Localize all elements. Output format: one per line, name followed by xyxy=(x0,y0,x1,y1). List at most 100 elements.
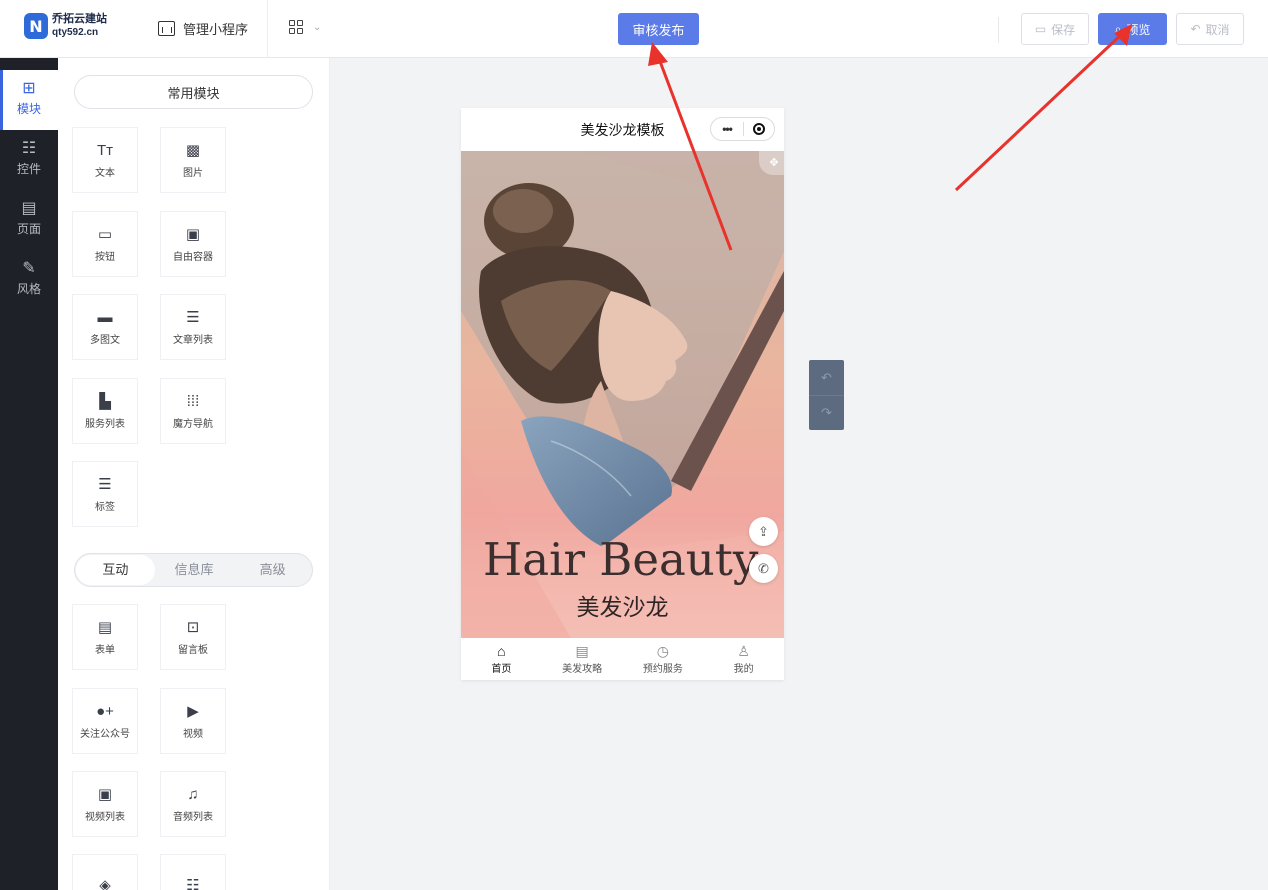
move-handle-icon[interactable]: ✥ xyxy=(759,151,784,175)
left-rail: ⊞ 模块 ☷ 控件 ▤ 页面 ✎ 风格 xyxy=(0,58,58,890)
phone-tab-bar: ⌂ 首页 ▤ 美发攻略 ◷ 预约服务 ♙ 我的 xyxy=(461,638,784,680)
tile-article-list[interactable]: ☰ 文章列表 xyxy=(160,294,226,360)
coupon-icon: ◈ xyxy=(99,876,111,890)
tile-label: 标签 xyxy=(95,502,115,513)
tile-label: 视频 xyxy=(183,729,203,740)
user-icon: ♙ xyxy=(737,643,750,659)
tile-video-list[interactable]: ▣ 视频列表 xyxy=(72,771,138,837)
tile-label: 按钮 xyxy=(95,252,115,263)
document-icon: ▤ xyxy=(575,643,589,659)
tab-home[interactable]: ⌂ 首页 xyxy=(461,638,542,680)
sliders-icon: ☷ xyxy=(21,140,37,157)
container-icon: ▣ xyxy=(185,226,201,243)
rail-item-label: 页面 xyxy=(16,222,41,236)
tile-label: 留言板 xyxy=(178,645,208,656)
video-list-icon: ▣ xyxy=(97,786,113,803)
rail-item-controls[interactable]: ☷ 控件 xyxy=(0,130,58,190)
rail-item-modules[interactable]: ⊞ 模块 xyxy=(0,70,58,130)
tab-label: 我的 xyxy=(733,664,754,675)
tab-info-library[interactable]: 信息库 xyxy=(155,555,234,585)
preview-button[interactable]: ⌕ 预览 xyxy=(1098,13,1167,45)
rail-item-label: 模块 xyxy=(16,102,41,116)
apps-menu[interactable]: ⌄ xyxy=(289,20,321,34)
tile-form[interactable]: ▤ 表单 xyxy=(72,604,138,670)
search-icon: ⌕ xyxy=(1114,21,1122,36)
tile-tag[interactable]: ☰ 标签 xyxy=(72,461,138,527)
brand-logo[interactable]: N 乔拓云建站 qty592.cn xyxy=(24,13,107,39)
tile-label: 文本 xyxy=(95,168,115,179)
phone-preview: 美发沙龙模板 ••• ✥ Hair Beauty 美发沙龙 ⇪ ✆ ⌂ 首页 ▤… xyxy=(461,108,784,680)
undo-icon: ↶ xyxy=(1190,22,1201,36)
clock-icon: ◷ xyxy=(656,643,669,659)
tile-video[interactable]: ▶ 视频 xyxy=(160,688,226,754)
tab-advanced[interactable]: 高级 xyxy=(233,555,312,585)
image-icon: ▩ xyxy=(185,142,201,159)
video-icon: ▶ xyxy=(187,703,199,720)
tile-cube-navigation[interactable]: ⁞⁞⁞ 魔方导航 xyxy=(160,378,226,444)
tab-hair-guide[interactable]: ▤ 美发攻略 xyxy=(542,638,623,680)
redo-icon: ↷ xyxy=(821,405,832,420)
share-button[interactable]: ⇪ xyxy=(749,517,778,546)
tab-label: 首页 xyxy=(491,664,512,675)
divider xyxy=(998,17,999,43)
tile-message-board[interactable]: ⊡ 留言板 xyxy=(160,604,226,670)
tile-button[interactable]: ▭ 按钮 xyxy=(72,211,138,277)
tile-audio-list[interactable]: ♫ 音频列表 xyxy=(160,771,226,837)
save-icon: ▭ xyxy=(1034,22,1047,36)
follow-icon: ●+ xyxy=(96,703,114,720)
tab-interactive[interactable]: 互动 xyxy=(76,555,155,585)
manage-miniprogram-label: 管理小程序 xyxy=(183,22,249,37)
brand-name: 乔拓云建站 xyxy=(52,13,107,25)
tile-service-list[interactable]: ▙ 服务列表 xyxy=(72,378,138,444)
tile-search-list[interactable]: ☷ xyxy=(160,854,226,890)
audio-list-icon: ♫ xyxy=(187,786,199,803)
module-panel: 常用模块 Tт 文本 ▩ 图片 ▭ 按钮 ▣ 自由容器 ▬ 多图文 ☰ 文章列表… xyxy=(58,58,330,890)
redo-button[interactable]: ↷ xyxy=(809,395,844,430)
cancel-label: 取消 xyxy=(1205,22,1230,37)
miniprogram-capsule: ••• xyxy=(710,117,775,141)
phone-header: 美发沙龙模板 ••• xyxy=(461,108,784,151)
banner-subheading: 美发沙龙 xyxy=(576,594,669,620)
chart-icon xyxy=(158,21,175,36)
button-icon: ▭ xyxy=(97,226,113,243)
tile-image[interactable]: ▩ 图片 xyxy=(160,127,226,193)
tile-follow-official-account[interactable]: ●+ 关注公众号 xyxy=(72,688,138,754)
tile-coupon[interactable]: ◈ xyxy=(72,854,138,890)
rail-item-style[interactable]: ✎ 风格 xyxy=(0,250,58,310)
brand-mark-icon: N xyxy=(24,13,48,39)
undo-button[interactable]: ↶ xyxy=(809,360,844,395)
tile-label: 视频列表 xyxy=(85,812,125,823)
tile-label: 多图文 xyxy=(90,335,120,346)
tile-free-container[interactable]: ▣ 自由容器 xyxy=(160,211,226,277)
top-bar: N 乔拓云建站 qty592.cn 管理小程序 ⌄ 审核发布 ▭ 保存 ⌕ 预览… xyxy=(0,0,1268,58)
tag-icon: ☰ xyxy=(98,476,112,493)
article-list-icon: ☰ xyxy=(186,309,200,326)
manage-miniprogram-link[interactable]: 管理小程序 xyxy=(158,19,248,38)
tab-label: 预约服务 xyxy=(642,664,683,675)
tile-label: 服务列表 xyxy=(85,419,125,430)
form-icon: ▤ xyxy=(97,619,113,636)
banner-image[interactable]: ✥ Hair Beauty 美发沙龙 ⇪ ✆ xyxy=(461,151,784,638)
tile-label: 音频列表 xyxy=(173,812,213,823)
undo-icon: ↶ xyxy=(821,369,832,385)
rail-item-pages[interactable]: ▤ 页面 xyxy=(0,190,58,250)
publish-button[interactable]: 审核发布 xyxy=(618,13,699,45)
brand-domain: qty592.cn xyxy=(52,27,99,38)
phone-icon: ✆ xyxy=(758,560,769,576)
text-icon: Tт xyxy=(96,142,114,159)
cancel-button[interactable]: ↶ 取消 xyxy=(1176,13,1244,45)
tile-multi-image-text[interactable]: ▬ 多图文 xyxy=(72,294,138,360)
tab-label: 美发攻略 xyxy=(562,664,603,675)
call-button[interactable]: ✆ xyxy=(749,554,778,583)
tab-mine[interactable]: ♙ 我的 xyxy=(703,638,784,680)
divider xyxy=(267,0,268,58)
pages-icon: ▤ xyxy=(21,200,37,217)
more-dots-icon: ••• xyxy=(722,122,733,136)
save-label: 保存 xyxy=(1051,22,1076,37)
tile-text[interactable]: Tт 文本 xyxy=(72,127,138,193)
grid-icon xyxy=(289,20,303,34)
tile-label: 表单 xyxy=(95,645,115,656)
tab-booking[interactable]: ◷ 预约服务 xyxy=(623,638,704,680)
history-controls: ↶ ↷ xyxy=(809,360,844,430)
save-button[interactable]: ▭ 保存 xyxy=(1021,13,1089,45)
